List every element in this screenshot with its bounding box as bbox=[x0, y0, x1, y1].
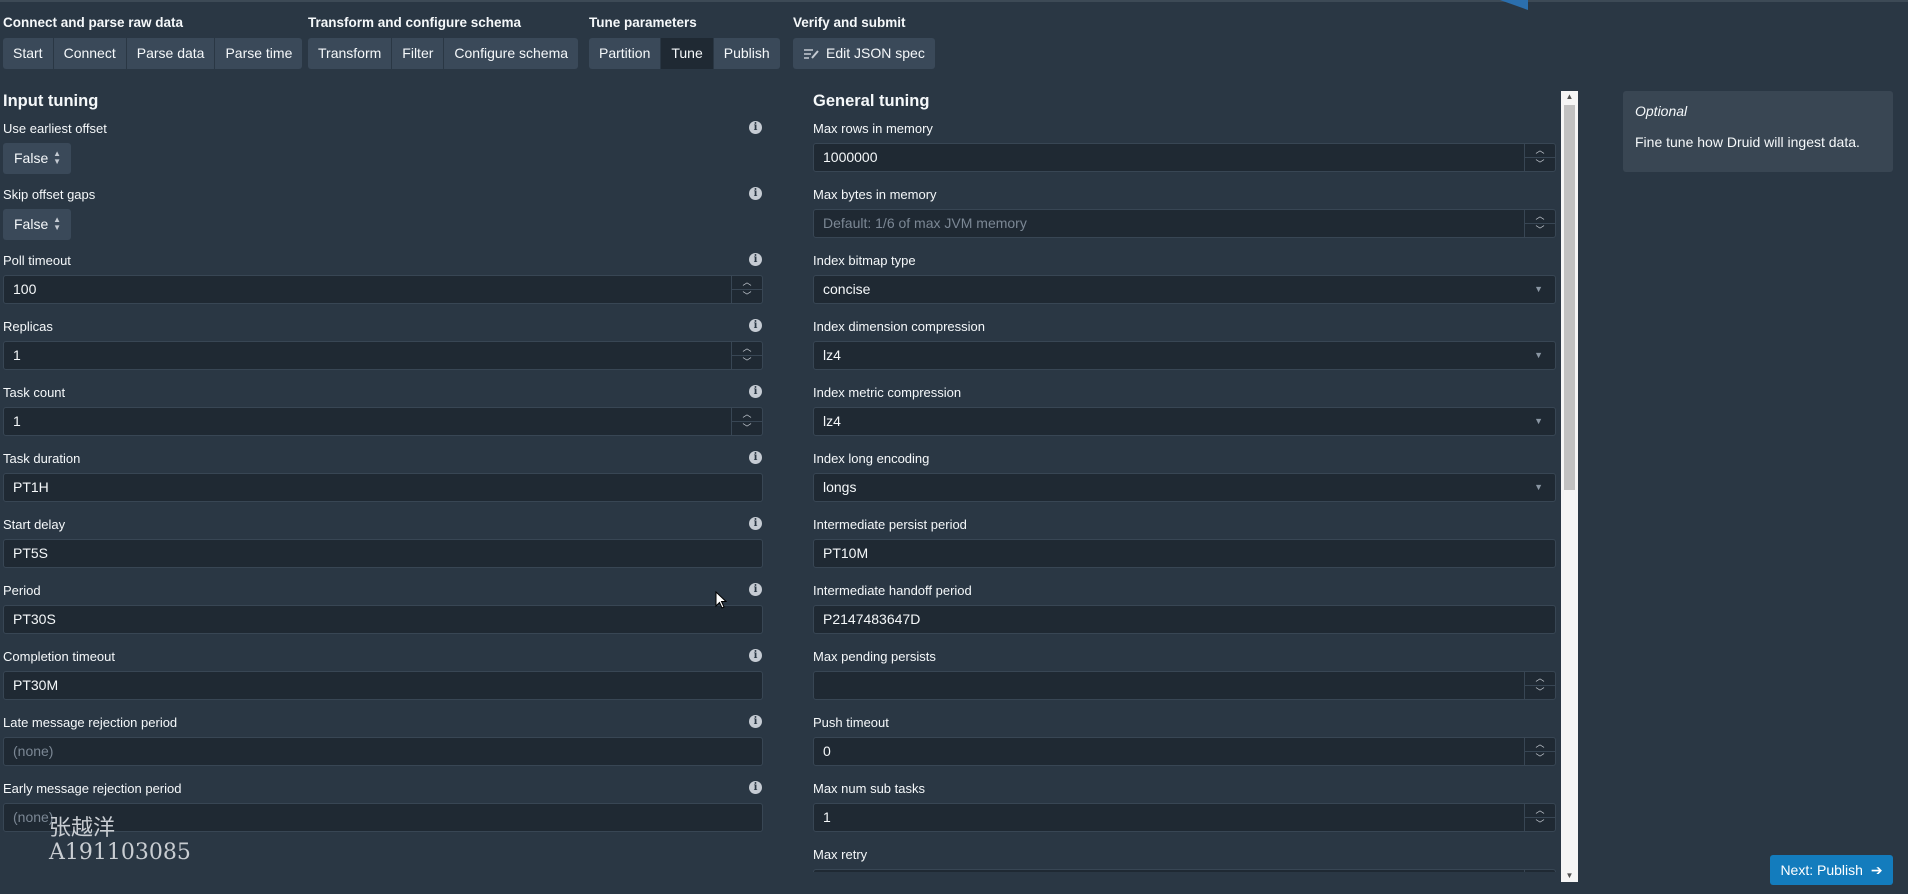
general_tuning-field: Push timeouti0︿﹀ bbox=[813, 715, 1560, 771]
field-label: Max num sub tasks bbox=[813, 781, 925, 796]
scrollbar[interactable]: ▲ ▼ bbox=[1561, 91, 1578, 882]
chevron-down-icon: ▼ bbox=[1534, 416, 1543, 426]
number-input[interactable]: 1000000 ︿ ﹀ bbox=[813, 143, 1556, 172]
field-label: Max pending persists bbox=[813, 649, 936, 664]
dropdown-select[interactable]: longs ▼ bbox=[813, 473, 1556, 502]
number-stepper[interactable]: ︿﹀ bbox=[1524, 210, 1555, 237]
chevron-down-icon: ▼ bbox=[1534, 350, 1543, 360]
general_tuning-field: Intermediate persist periodiPT10M bbox=[813, 517, 1560, 573]
text-input[interactable]: PT10M bbox=[813, 539, 1556, 568]
stepper-down-icon[interactable]: ﹀ bbox=[1525, 158, 1555, 171]
input-value: 0 bbox=[823, 743, 831, 759]
number-stepper[interactable]: ︿﹀ bbox=[1524, 738, 1555, 765]
general_tuning-field: Index bitmap typeiconcise▼ bbox=[813, 253, 1560, 309]
chevron-down-icon: ▼ bbox=[1534, 284, 1543, 294]
dropdown-select[interactable]: lz4 ▼ bbox=[813, 341, 1556, 370]
general_tuning-field: Index metric compressionilz4▼ bbox=[813, 385, 1560, 441]
field-label: Intermediate handoff period bbox=[813, 583, 972, 598]
field-label: Index dimension compression bbox=[813, 319, 985, 334]
field-label: Max rows in memory bbox=[813, 121, 933, 136]
input-value: 1000000 bbox=[823, 149, 878, 165]
field-label: Max retry bbox=[813, 847, 868, 862]
general_tuning-field: Max rows in memoryi1000000︿﹀ bbox=[813, 121, 1560, 177]
general-tuning-column: Max rows in memoryi1000000︿﹀Max bytes in… bbox=[0, 0, 1560, 883]
optional-callout: Optional Fine tune how Druid will ingest… bbox=[1623, 91, 1893, 172]
number-input[interactable]: 0 ︿ ﹀ bbox=[813, 737, 1556, 766]
input-value: lz4 bbox=[823, 413, 841, 429]
number-stepper[interactable]: ︿﹀ bbox=[1524, 804, 1555, 831]
general_tuning-field: Index dimension compressionilz4▼ bbox=[813, 319, 1560, 375]
general_tuning-field: Index long encodingilongs▼ bbox=[813, 451, 1560, 507]
dropdown-select[interactable]: concise ▼ bbox=[813, 275, 1556, 304]
stepper-down-icon[interactable]: ﹀ bbox=[1525, 818, 1555, 831]
number-input[interactable]: Default: 1/6 of max JVM memory ︿ ﹀ bbox=[813, 209, 1556, 238]
callout-body: Fine tune how Druid will ingest data. bbox=[1635, 134, 1860, 150]
field-label: Push timeout bbox=[813, 715, 889, 730]
stepper-up-icon[interactable]: ︿ bbox=[1525, 738, 1555, 752]
next-publish-button[interactable]: Next: Publish ➔ bbox=[1770, 855, 1893, 885]
general_tuning-field: Max bytes in memoryiDefault: 1/6 of max … bbox=[813, 187, 1560, 243]
general_tuning-field: Max pending persistsi︿﹀ bbox=[813, 649, 1560, 705]
number-input[interactable]: 1 ︿ ﹀ bbox=[813, 803, 1556, 832]
input-value: longs bbox=[823, 479, 857, 495]
number-stepper[interactable]: ︿﹀ bbox=[1524, 672, 1555, 699]
scroll-up-arrow[interactable]: ▲ bbox=[1561, 91, 1578, 103]
input-placeholder: Default: 1/6 of max JVM memory bbox=[823, 215, 1027, 231]
arrow-right-icon: ➔ bbox=[1870, 862, 1883, 878]
number-stepper[interactable]: ︿﹀ bbox=[1524, 870, 1555, 872]
stepper-down-icon[interactable]: ﹀ bbox=[1525, 224, 1555, 237]
general_tuning-field: Max retryi3︿﹀ bbox=[813, 847, 1560, 883]
stepper-up-icon[interactable]: ︿ bbox=[1525, 870, 1555, 872]
text-input[interactable]: P2147483647D bbox=[813, 605, 1556, 634]
stepper-up-icon[interactable]: ︿ bbox=[1525, 210, 1555, 224]
stepper-up-icon[interactable]: ︿ bbox=[1525, 672, 1555, 686]
field-label: Index long encoding bbox=[813, 451, 930, 466]
field-label: Intermediate persist period bbox=[813, 517, 967, 532]
field-label: Max bytes in memory bbox=[813, 187, 937, 202]
input-value: lz4 bbox=[823, 347, 841, 363]
input-value: concise bbox=[823, 281, 871, 297]
field-label: Index bitmap type bbox=[813, 253, 916, 268]
input-value: 1 bbox=[823, 809, 831, 825]
watermark-id: A191103085 bbox=[49, 840, 191, 865]
number-input[interactable]: ︿ ﹀ bbox=[813, 671, 1556, 700]
input-value: PT10M bbox=[823, 545, 869, 561]
dropdown-select[interactable]: lz4 ▼ bbox=[813, 407, 1556, 436]
stepper-down-icon[interactable]: ﹀ bbox=[1525, 686, 1555, 699]
stepper-up-icon[interactable]: ︿ bbox=[1525, 144, 1555, 158]
input-value: P2147483647D bbox=[823, 611, 921, 627]
scrollbar-thumb[interactable] bbox=[1564, 105, 1575, 490]
number-stepper[interactable]: ︿﹀ bbox=[1524, 144, 1555, 171]
mouse-cursor-icon bbox=[715, 591, 727, 609]
number-input[interactable]: 3 ︿﹀ bbox=[813, 869, 1556, 883]
input-value: 3 bbox=[823, 875, 831, 883]
general_tuning-field: Intermediate handoff periodiP2147483647D bbox=[813, 583, 1560, 639]
stepper-down-icon[interactable]: ﹀ bbox=[1525, 752, 1555, 765]
general_tuning-field: Max num sub tasksi1︿﹀ bbox=[813, 781, 1560, 837]
stepper-up-icon[interactable]: ︿ bbox=[1525, 804, 1555, 818]
chevron-down-icon: ▼ bbox=[1534, 482, 1543, 492]
next-publish-label: Next: Publish bbox=[1780, 862, 1863, 878]
field-label: Index metric compression bbox=[813, 385, 962, 400]
callout-title: Optional bbox=[1635, 103, 1688, 119]
watermark-name: 张越洋 bbox=[49, 816, 116, 841]
scroll-down-arrow[interactable]: ▼ bbox=[1561, 870, 1578, 882]
